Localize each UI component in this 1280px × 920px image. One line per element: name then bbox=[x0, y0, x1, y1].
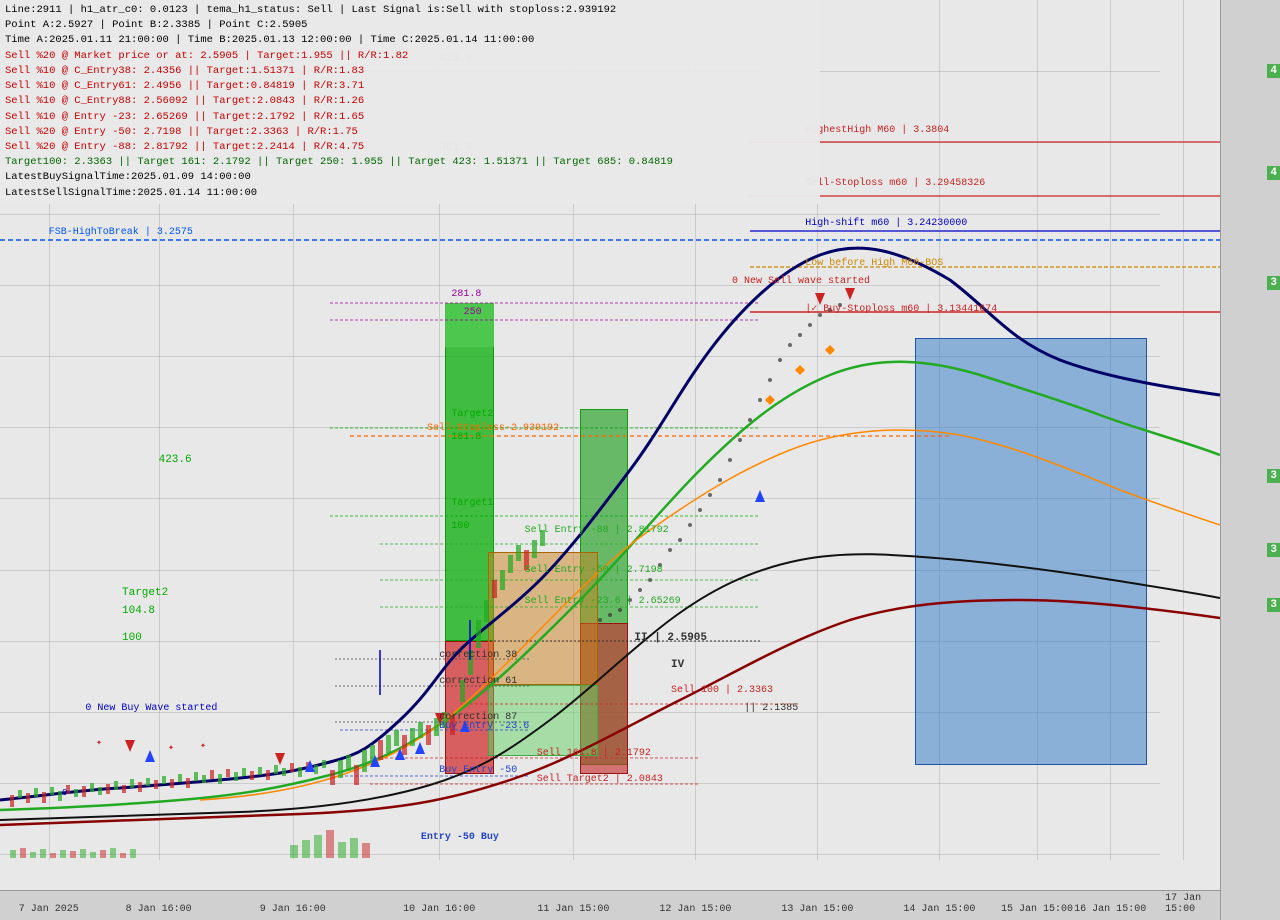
chart-container: Line:2911 | h1_atr_c0: 0.0123 | tema_h1_… bbox=[0, 0, 1280, 920]
roman-2-label: II | 2.5905 bbox=[634, 632, 707, 644]
buy-entry-50: Buy Entry -50 bbox=[439, 765, 517, 776]
time-label-1: 8 Jan 16:00 bbox=[126, 904, 192, 915]
bottom-axis: 7 Jan 2025 8 Jan 16:00 9 Jan 16:00 10 Ja… bbox=[0, 890, 1220, 920]
time-label-3: 10 Jan 16:00 bbox=[403, 904, 475, 915]
info-line-2: Time A:2025.01.11 21:00:00 | Time B:2025… bbox=[5, 33, 815, 48]
correction-87: correction 87 bbox=[439, 712, 517, 723]
info-line-7: Sell %10 @ Entry -23: 2.65269 || Target:… bbox=[5, 110, 815, 125]
svg-text:✦: ✦ bbox=[168, 743, 174, 754]
info-line-6: Sell %10 @ C_Entry88: 2.56092 || Target:… bbox=[5, 94, 815, 109]
info-line-3: Sell %20 @ Market price or at: 2.5905 | … bbox=[5, 49, 815, 64]
info-panel: Line:2911 | h1_atr_c0: 0.0123 | tema_h1_… bbox=[0, 0, 820, 204]
svg-text:0: 0 bbox=[62, 788, 67, 798]
buy-stoploss-m60-label: |✓ Buy-Stoploss m60 | 3.13441674 bbox=[805, 303, 997, 315]
time-label-4: 11 Jan 15:00 bbox=[537, 904, 609, 915]
info-line-11: LatestBuySignalTime:2025.01.09 14:00:00 bbox=[5, 170, 815, 185]
target2-label: Target2 bbox=[451, 409, 493, 420]
low-before-high-label: Low before High M60-BOS bbox=[805, 258, 943, 269]
sell-target2: Sell Target2 | 2.0843 bbox=[537, 774, 663, 785]
fib-281: 281.8 bbox=[451, 289, 481, 300]
time-label-7: 14 Jan 15:00 bbox=[903, 904, 975, 915]
info-line-0: Line:2911 | h1_atr_c0: 0.0123 | tema_h1_… bbox=[5, 3, 815, 18]
info-line-8: Sell %20 @ Entry -50: 2.7198 || Target:2… bbox=[5, 125, 815, 140]
fsb-label: FSB-HighToBreak | 3.2575 bbox=[49, 227, 193, 238]
info-line-5: Sell %10 @ C_Entry61: 2.4956 || Target:0… bbox=[5, 79, 815, 94]
time-label-0: 7 Jan 2025 bbox=[19, 904, 79, 915]
left-423: 423.6 bbox=[159, 454, 192, 466]
info-line-4: Sell %10 @ C_Entry38: 2.4356 || Target:1… bbox=[5, 64, 815, 79]
left-target2-val: 104.8 bbox=[122, 605, 155, 617]
info-line-10: Target100: 2.3363 || Target 161: 2.1792 … bbox=[5, 155, 815, 170]
sell-entry-88: Sell Entry -88 | 2.81792 bbox=[525, 525, 669, 536]
axis-badge-3-a: 3 bbox=[1267, 276, 1280, 290]
axis-badge-4-top: 4 bbox=[1267, 64, 1280, 78]
target2-val: 181.8 bbox=[451, 432, 481, 443]
left-target2: Target2 bbox=[122, 587, 168, 599]
sell-161: Sell 161.8 | 2.1792 bbox=[537, 748, 651, 759]
roman-4-label: IV bbox=[671, 659, 684, 671]
new-buy-wave: 0 New Buy Wave started bbox=[85, 703, 217, 714]
point-b-label: || 2.1385 bbox=[744, 703, 798, 714]
time-label-2: 9 Jan 16:00 bbox=[260, 904, 326, 915]
sell-stoploss-label: Sell-Stoploss-2.939192 bbox=[427, 423, 559, 434]
axis-badge-3-d: 3 bbox=[1267, 598, 1280, 612]
entry-minus50-buy-label: Entry -50 Buy bbox=[421, 832, 499, 843]
correction-38: correction 38 bbox=[439, 650, 517, 661]
info-line-12: LatestSellSignalTime:2025.01.14 11:00:00 bbox=[5, 186, 815, 201]
sell-stoploss-m60-label: Sell-Stoploss m60 | 3.29458326 bbox=[805, 178, 985, 189]
highest-high-label: HighestHigh M60 | 3.3804 bbox=[805, 125, 949, 136]
sell-100: Sell 100 | 2.3363 bbox=[671, 685, 773, 696]
left-100: 100 bbox=[122, 632, 142, 644]
axis-badge-4-mid: 4 bbox=[1267, 166, 1280, 180]
time-label-9: 16 Jan 15:00 bbox=[1074, 904, 1146, 915]
sell-entry-23: Sell Entry -23.6 | 2.65269 bbox=[525, 596, 681, 607]
svg-text:✦: ✦ bbox=[96, 738, 102, 749]
time-label-5: 12 Jan 15:00 bbox=[659, 904, 731, 915]
axis-badge-3-b: 3 bbox=[1267, 469, 1280, 483]
time-label-8: 15 Jan 15:00 bbox=[1001, 904, 1073, 915]
axis-badge-3-c: 3 bbox=[1267, 543, 1280, 557]
svg-text:✦: ✦ bbox=[200, 741, 206, 752]
correction-61: correction 61 bbox=[439, 676, 517, 687]
fib-250: 250 bbox=[464, 307, 482, 318]
target1-val: 100 bbox=[451, 521, 469, 532]
info-line-9: Sell %20 @ Entry -88: 2.81792 || Target:… bbox=[5, 140, 815, 155]
time-label-10: 17 Jan 15:00 bbox=[1165, 893, 1202, 915]
high-shift-label: High-shift m60 | 3.24230000 bbox=[805, 218, 967, 229]
info-line-1: Point A:2.5927 | Point B:2.3385 | Point … bbox=[5, 18, 815, 33]
target1-label: Target1 bbox=[451, 498, 493, 509]
new-sell-wave: 0 New Sell wave started bbox=[732, 276, 870, 287]
sell-entry-50: Sell Entry -50 | 2.7198 bbox=[525, 565, 663, 576]
time-label-6: 13 Jan 15:00 bbox=[781, 904, 853, 915]
right-axis: 4 4 3 3 3 3 bbox=[1220, 0, 1280, 920]
